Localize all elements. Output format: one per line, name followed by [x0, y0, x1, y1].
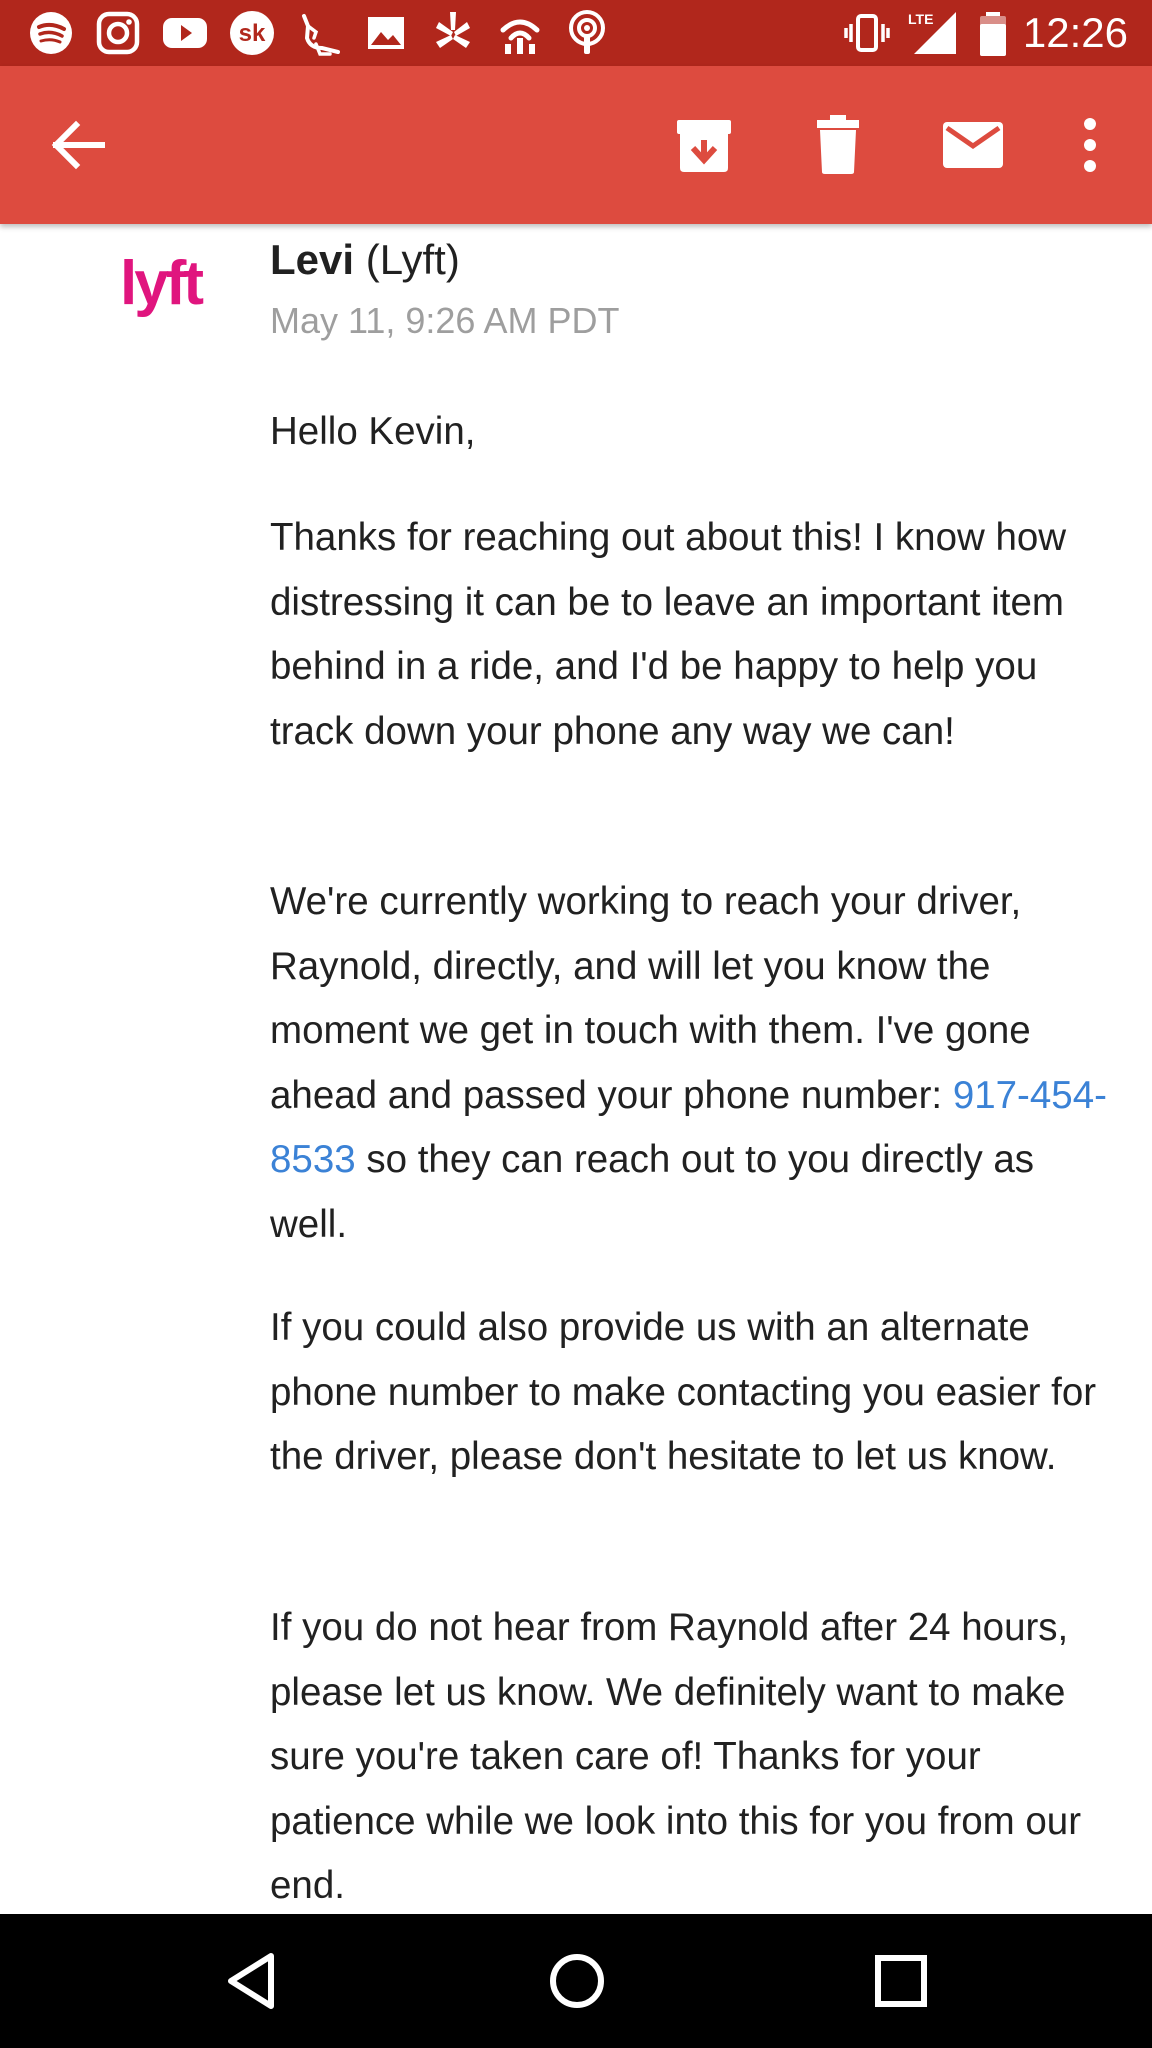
back-triangle-icon[interactable] — [215, 1944, 289, 2018]
more-options-icon[interactable] — [1055, 110, 1125, 180]
battery-icon — [974, 8, 1014, 58]
email-paragraph-4: If you do not hear from Raynold after 24… — [270, 1606, 1082, 1907]
mark-unread-icon[interactable] — [938, 110, 1008, 180]
kangaroo-icon — [294, 8, 344, 58]
delete-icon[interactable] — [803, 110, 873, 180]
email-paragraph-2: We're currently working to reach your dr… — [270, 870, 1110, 1257]
status-clock: 12:26 — [1022, 9, 1128, 56]
para2-text-before: We're currently working to reach your dr… — [270, 880, 1031, 1117]
lyft-logo-text: lyft — [120, 249, 203, 318]
podcast-icon — [562, 8, 612, 58]
songkick-icon: sk — [227, 8, 277, 58]
email-paragraph-3: If you could also provide us with an alt… — [270, 1306, 1097, 1478]
instagram-icon — [93, 8, 143, 58]
home-circle-icon[interactable] — [540, 1944, 614, 2018]
sender-org: (Lyft) — [365, 236, 460, 283]
lte-signal-icon: LTE — [906, 8, 962, 58]
status-bar: sk LTE 12:26 — [0, 0, 1152, 66]
sender-line: Levi (Lyft) — [270, 232, 460, 288]
archive-icon[interactable] — [669, 110, 739, 180]
vibrate-icon — [842, 8, 892, 58]
app-bar — [0, 66, 1152, 224]
yelp-icon — [428, 8, 478, 58]
spotify-icon — [26, 8, 76, 58]
network-label: LTE — [908, 11, 933, 27]
email-date: May 11, 9:26 AM PDT — [270, 300, 620, 341]
back-arrow-icon[interactable] — [42, 110, 112, 180]
wifi-hotspot-icon — [495, 8, 545, 58]
email-greeting: Hello Kevin, — [270, 410, 476, 453]
lyft-logo: lyft — [118, 248, 224, 324]
sender-name: Levi — [270, 236, 355, 283]
youtube-icon — [160, 8, 210, 58]
navigation-bar — [0, 1914, 1152, 2048]
email-paragraph-1: Thanks for reaching out about this! I kn… — [270, 516, 1067, 753]
recents-square-icon[interactable] — [864, 1944, 938, 2018]
photos-icon — [361, 8, 411, 58]
svg-text:sk: sk — [239, 20, 266, 47]
para2-text-after: so they can reach out to you directly as… — [270, 1138, 1035, 1246]
